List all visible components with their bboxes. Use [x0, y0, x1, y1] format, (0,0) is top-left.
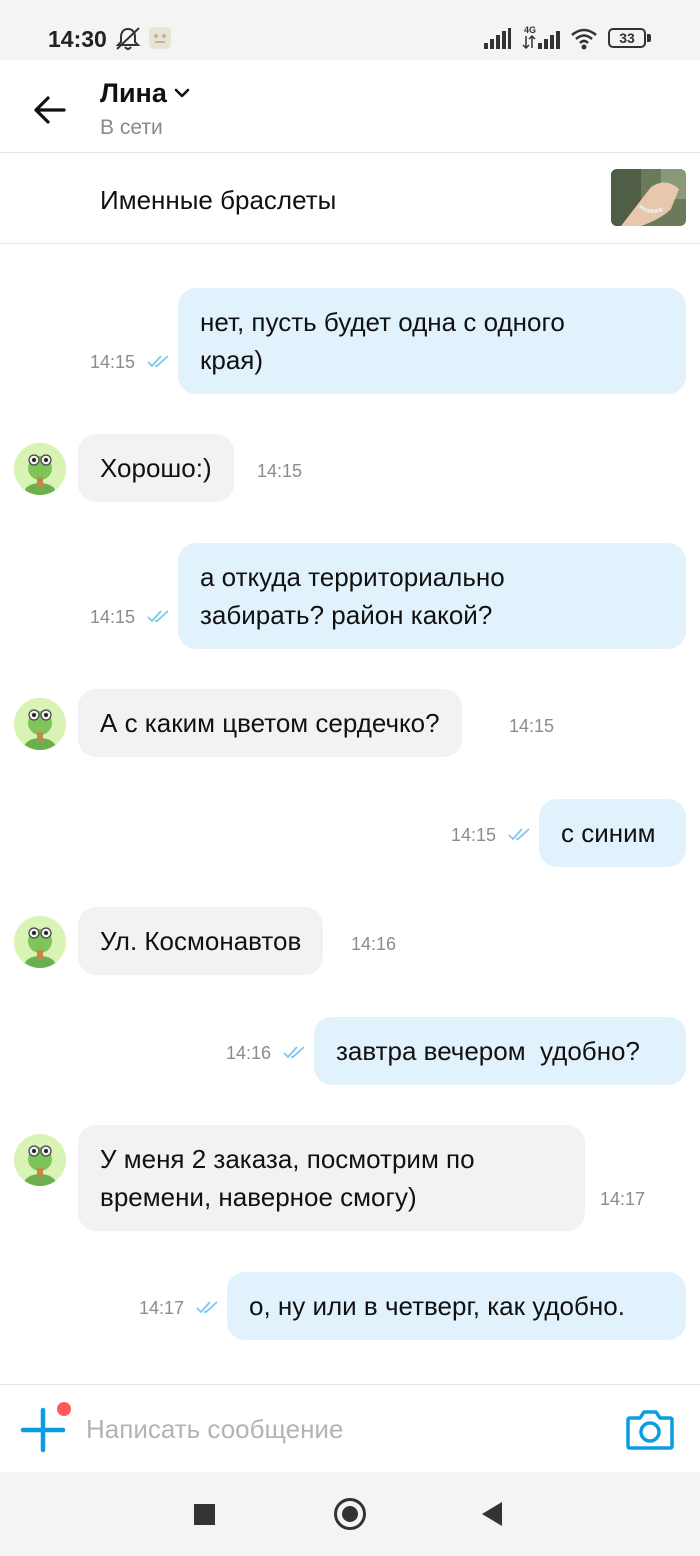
contact-status: В сети	[100, 116, 163, 139]
message-text-line: нет, пусть будет одна с одного	[200, 307, 565, 337]
listing-strip[interactable]: Именные браслеты	[0, 153, 700, 243]
message-text-line: времени, наверное смогу)	[100, 1182, 417, 1212]
message-input[interactable]	[86, 1409, 586, 1449]
app-notification-icon	[148, 26, 172, 55]
outgoing-message[interactable]: завтра вечером удобно?	[314, 1017, 686, 1085]
message-time: 14:16	[226, 1043, 272, 1063]
outgoing-message[interactable]: а откуда территориально забирать? район …	[178, 543, 686, 649]
read-ticks-icon	[195, 1299, 221, 1320]
bracelet-photo[interactable]	[611, 169, 686, 226]
back-icon[interactable]	[482, 1502, 502, 1526]
read-ticks-icon	[507, 826, 533, 847]
incoming-message[interactable]: У меня 2 заказа, посмотрим по времени, н…	[78, 1125, 585, 1231]
message-time: 14:15	[90, 352, 136, 372]
message-text-line: забирать? район какой?	[200, 600, 493, 630]
outgoing-message[interactable]: нет, пусть будет одна с одного края)	[178, 288, 686, 394]
outgoing-message[interactable]: о, ну или в четверг, как удобно.	[227, 1272, 686, 1340]
incoming-message[interactable]: А с каким цветом сердечко?	[78, 689, 462, 757]
read-ticks-icon	[146, 608, 172, 629]
compose-bar	[0, 1384, 700, 1472]
message-time: 14:15	[509, 716, 555, 736]
incoming-message[interactable]: Ул. Космонавтов	[78, 907, 324, 975]
signal-icon	[484, 28, 512, 55]
network-type-label: 4G	[524, 25, 536, 35]
message-text-line: края)	[200, 345, 264, 375]
listing-divider	[0, 243, 700, 244]
message-text-line: о, ну или в четверг, как удобно.	[249, 1291, 625, 1321]
avatar[interactable]	[14, 443, 66, 495]
notification-dot	[57, 1402, 71, 1416]
chevron-down-icon[interactable]	[174, 86, 190, 104]
message-text-line: У меня 2 заказа, посмотрим по	[100, 1144, 475, 1174]
message-time: 14:17	[600, 1189, 646, 1209]
message-time: 14:15	[451, 825, 497, 845]
battery-icon: 33	[608, 28, 646, 48]
home-icon[interactable]	[334, 1498, 366, 1530]
arrow-left-icon[interactable]	[30, 90, 70, 130]
system-nav-bar	[0, 1472, 700, 1556]
message-time: 14:15	[90, 607, 136, 627]
recent-apps-icon[interactable]	[194, 1504, 215, 1525]
message-text-line: с синим	[561, 818, 656, 848]
message-time: 14:17	[139, 1298, 185, 1318]
battery-tip	[647, 34, 651, 42]
message-text-line: завтра вечером удобно?	[336, 1036, 640, 1066]
message-time: 14:15	[257, 461, 303, 481]
message-text-line: Ул. Космонавтов	[100, 926, 302, 956]
camera-icon[interactable]	[626, 1407, 674, 1451]
chat-header: Лина В сети	[0, 60, 700, 152]
message-text-line: А с каким цветом сердечко?	[100, 708, 440, 738]
wifi-icon	[570, 28, 598, 55]
avatar[interactable]	[14, 1134, 66, 1186]
message-text-line: а откуда территориально	[200, 562, 505, 592]
incoming-message[interactable]: Хорошо:)	[78, 434, 234, 502]
read-ticks-icon	[282, 1044, 308, 1065]
contact-name[interactable]: Лина	[100, 78, 167, 109]
outgoing-message[interactable]: с синим	[539, 799, 686, 867]
read-ticks-icon	[146, 353, 172, 374]
avatar[interactable]	[14, 916, 66, 968]
listing-title[interactable]: Именные браслеты	[100, 185, 336, 216]
mute-notifications-icon	[114, 26, 142, 57]
avatar[interactable]	[14, 698, 66, 750]
status-time: 14:30	[48, 26, 107, 52]
message-text-line: Хорошо:)	[100, 453, 212, 483]
message-time: 14:16	[351, 934, 397, 954]
mobile-data-icon: 4G	[522, 24, 562, 55]
